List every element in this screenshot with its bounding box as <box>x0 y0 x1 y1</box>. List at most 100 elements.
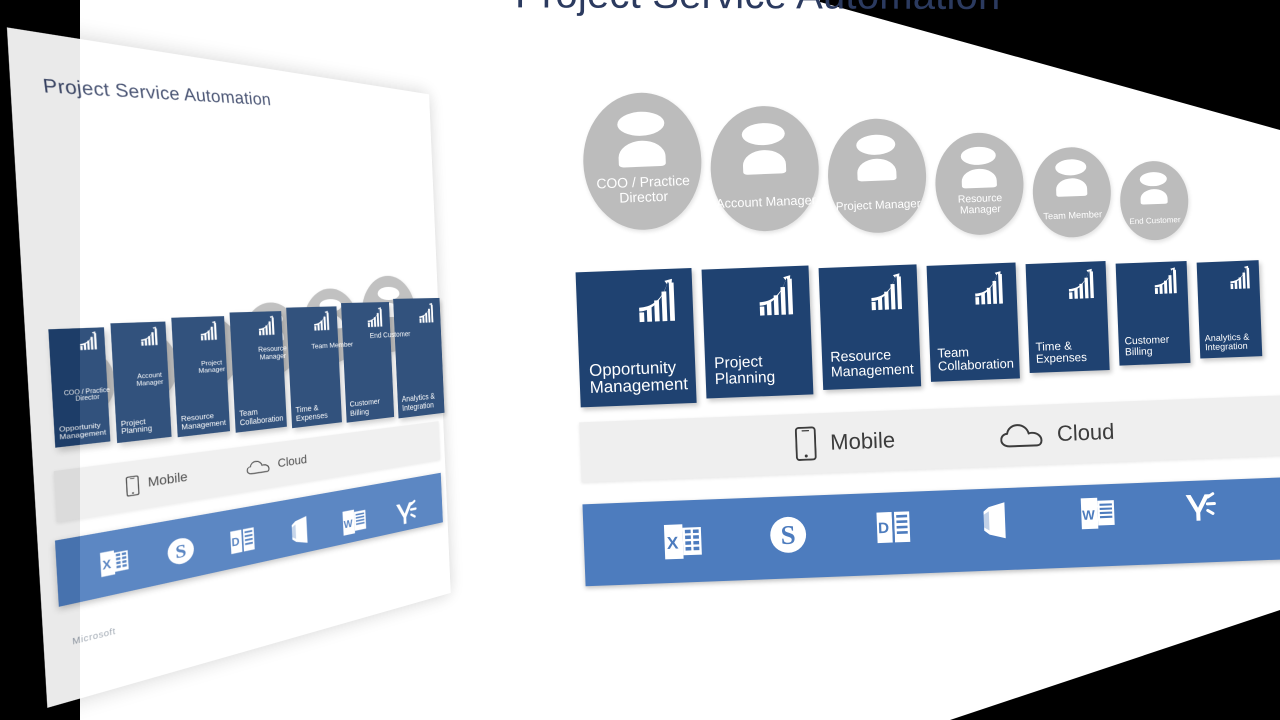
main-slide: Project Service Automation COO / Practic… <box>506 0 1280 714</box>
cloud-icon <box>247 458 271 475</box>
page-title-ghost: Project Service Automation <box>41 75 272 110</box>
growth-chart-icon <box>257 315 278 337</box>
capability-tile-time-expenses[interactable]: Time & Expenses <box>286 306 342 428</box>
growth-chart-icon <box>1229 265 1255 291</box>
persona-label: COO / Practice Director <box>596 172 691 207</box>
growth-chart-icon <box>757 275 801 318</box>
capability-tile-label: Customer Billing <box>349 396 381 418</box>
svg-text:W: W <box>344 518 354 531</box>
delve-icon[interactable]: D <box>870 505 915 550</box>
capability-tile-label: Customer Billing <box>1124 334 1170 359</box>
svg-text:S: S <box>781 519 797 550</box>
word-icon[interactable]: W <box>340 503 370 540</box>
skype-icon[interactable]: S <box>765 511 811 557</box>
person-icon <box>741 122 787 175</box>
delve-icon[interactable]: D <box>226 522 259 560</box>
capability-tile-label: Analytics & Integration <box>401 391 436 413</box>
svg-text:D: D <box>877 520 889 537</box>
growth-chart-icon <box>313 311 334 332</box>
platform-chip-mobile[interactable]: Mobile <box>126 467 189 496</box>
office-icon[interactable] <box>285 512 316 550</box>
capability-tile-label: Time & Expenses <box>1035 339 1088 367</box>
persona-coo-practice-director[interactable]: COO / Practice Director <box>580 90 704 232</box>
mobile-phone-icon <box>126 474 140 497</box>
capability-tile-opportunity-management[interactable]: Opportunity Management <box>575 267 697 408</box>
capability-tile-analytics-integration[interactable]: Analytics & Integration <box>393 297 445 419</box>
growth-chart-icon <box>869 273 910 312</box>
svg-text:X: X <box>667 533 680 553</box>
person-icon <box>1139 171 1168 205</box>
platform-chipset-ghost: Mobile Cloud <box>126 451 308 497</box>
platform-chip-label: Mobile <box>829 427 896 455</box>
persona-label: End Customer <box>1129 215 1181 227</box>
platform-chip-mobile[interactable]: Mobile <box>794 423 896 461</box>
watermark: Microsoft <box>72 627 117 648</box>
capability-tile-team-collaboration[interactable]: Team Collaboration <box>926 262 1020 382</box>
capability-tile-label: Resource Management <box>180 411 227 432</box>
slide-stage: Project Service Automation COO / Practic… <box>0 0 1280 720</box>
growth-chart-icon <box>1152 267 1181 295</box>
capability-tile-label: Analytics & Integration <box>1204 331 1250 353</box>
office-apps-bar: X S D W <box>582 476 1280 587</box>
persona-project-manager[interactable]: Project Manager <box>825 117 929 235</box>
platform-chip-cloud[interactable]: Cloud <box>247 453 308 475</box>
svg-text:D: D <box>232 536 241 550</box>
persona-label: Team Member <box>1043 208 1103 222</box>
persona-team-member[interactable]: Team Member <box>1031 145 1113 239</box>
word-icon[interactable]: W <box>1077 492 1120 535</box>
capability-tile-resource-management[interactable]: Resource Management <box>818 263 922 390</box>
capability-tile-label: Opportunity Management <box>58 422 107 443</box>
platform-chip-label: Mobile <box>147 470 188 491</box>
growth-chart-icon <box>139 326 161 346</box>
capability-tile-label: Project Planning <box>713 353 776 389</box>
person-icon <box>960 146 998 189</box>
persona-row: COO / Practice Director Account Manager Pr… <box>580 55 1280 262</box>
skype-icon[interactable]: S <box>163 532 197 570</box>
capability-tile-time-expenses[interactable]: Time & Expenses <box>1025 261 1110 374</box>
capability-tile-analytics-integration[interactable]: Analytics & Integration <box>1196 260 1263 359</box>
persona-label: Project Manager <box>835 198 921 214</box>
growth-chart-icon <box>199 320 221 341</box>
svg-text:W: W <box>1082 508 1096 523</box>
capability-tile-resource-management[interactable]: Resource Management <box>170 316 231 438</box>
persona-label: Resource Manager <box>957 193 1003 218</box>
person-icon <box>1054 158 1088 197</box>
mobile-phone-icon <box>794 426 817 461</box>
capability-tile-label: Time & Expenses <box>295 402 328 423</box>
svg-text:S: S <box>175 539 187 563</box>
excel-icon[interactable]: X <box>659 518 707 566</box>
growth-chart-icon <box>973 270 1010 305</box>
growth-chart-icon <box>636 278 684 324</box>
capability-tile-customer-billing[interactable]: Customer Billing <box>340 301 395 424</box>
capability-tile-label: Resource Management <box>830 347 915 381</box>
platform-chip-label: Cloud <box>1056 418 1115 447</box>
capability-tile-label: Team Collaboration <box>937 343 1015 374</box>
capability-tile-project-planning[interactable]: Project Planning <box>701 265 814 399</box>
yammer-icon[interactable] <box>1178 486 1220 528</box>
capability-tile-label: Opportunity Management <box>588 357 689 398</box>
growth-chart-icon <box>1067 268 1100 300</box>
growth-chart-icon <box>418 302 437 324</box>
page-title: Project Service Automation <box>515 0 1001 19</box>
excel-icon[interactable]: X <box>96 543 132 582</box>
persona-end-customer[interactable]: End Customer <box>1118 159 1190 242</box>
platform-chip-cloud[interactable]: Cloud <box>999 418 1115 449</box>
capability-tile-row: Opportunity Management Project Planning Re… <box>575 245 1280 408</box>
persona-account-manager[interactable]: Account Manager <box>708 103 822 234</box>
platform-chipset: Mobile Cloud <box>794 415 1115 461</box>
svg-text:X: X <box>102 558 112 573</box>
persona-resource-manager[interactable]: Resource Manager <box>933 131 1026 237</box>
office-apps: X S D W <box>583 483 1280 580</box>
persona-label: Account Manager <box>715 191 817 211</box>
office-icon[interactable] <box>974 498 1018 542</box>
platform-bar: Mobile Cloud <box>579 395 1280 483</box>
person-icon <box>855 134 897 182</box>
cloud-icon <box>999 422 1043 448</box>
yammer-icon[interactable] <box>391 494 419 531</box>
person-icon <box>616 111 667 169</box>
growth-chart-icon <box>366 306 386 328</box>
capability-tile-customer-billing[interactable]: Customer Billing <box>1115 260 1191 366</box>
growth-chart-icon <box>78 331 101 352</box>
capability-tile-label: Team Collaboration <box>239 409 284 428</box>
trailing-slide-copy: Project Service Automation COO / Practic… <box>6 27 451 708</box>
